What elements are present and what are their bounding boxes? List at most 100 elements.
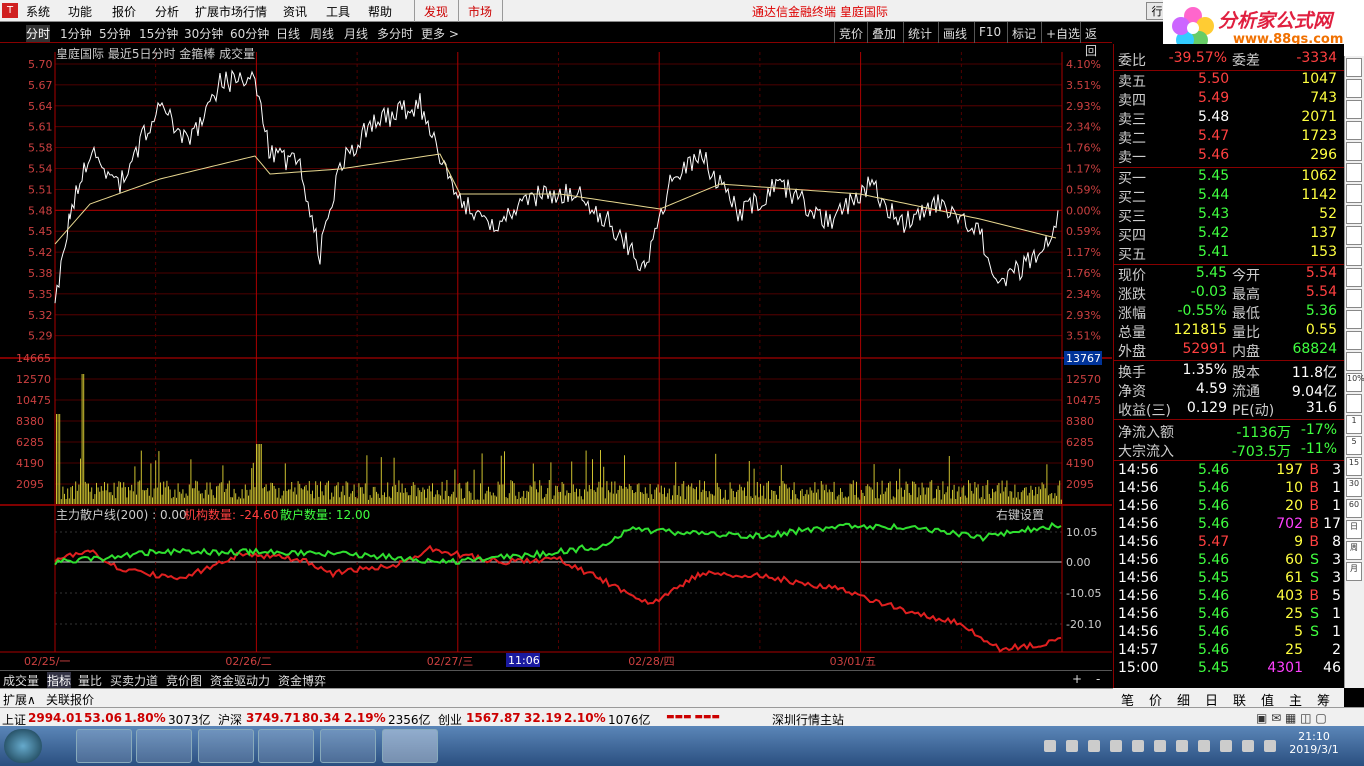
tab-day[interactable]: 日线 [276, 25, 300, 42]
btn-f10[interactable]: F10 [974, 22, 1005, 43]
related-quote-tab[interactable]: 关联报价 [46, 691, 94, 708]
intraday-chart[interactable]: 5.70 4.10% 5.67 3.51% 5.64 2.93% 5.61 2.34% 5.58… [0, 44, 1112, 668]
sidebar-table-icon[interactable] [1346, 184, 1362, 203]
menu-news[interactable]: 资讯 [283, 3, 307, 20]
sidebar-period-20-icon[interactable]: 30 [1346, 478, 1362, 497]
sidebar-ring-icon[interactable] [1346, 289, 1362, 308]
sidebar-period-24-icon[interactable]: 月 [1346, 562, 1362, 581]
zoom-in-button[interactable]: + [1072, 672, 1082, 686]
volume-bar [499, 484, 501, 504]
tab-volume[interactable]: 成交量 [3, 672, 39, 689]
volume-bar [729, 482, 731, 504]
volume-bar [129, 490, 131, 504]
status-tools-icon[interactable]: ▣ ✉ ▦ ◫ ▢ [1256, 711, 1327, 725]
keyboard-icon[interactable] [1044, 740, 1056, 752]
btn-overlay[interactable]: 叠加 [867, 22, 900, 43]
help-icon[interactable] [1066, 740, 1078, 752]
qq-app-icon[interactable] [76, 729, 132, 763]
sidebar-grid-icon[interactable] [1346, 100, 1362, 119]
sidebar-period-21-icon[interactable]: 60 [1346, 499, 1362, 518]
sh-index[interactable]: 2994.01 [28, 711, 83, 725]
tab-multi-fenshi[interactable]: 多分时 [377, 25, 413, 42]
settings-icon[interactable] [1088, 740, 1100, 752]
menu-function[interactable]: 功能 [68, 3, 92, 20]
display-icon[interactable] [1220, 740, 1232, 752]
sidebar-fn-icon[interactable] [1346, 226, 1362, 245]
sidebar-list-icon[interactable] [1346, 79, 1362, 98]
ubuntu-app-icon[interactable] [258, 729, 314, 763]
tab-15min[interactable]: 15分钟 [139, 25, 178, 42]
cy-index[interactable]: 1567.87 [466, 711, 521, 725]
tab-week[interactable]: 周线 [310, 25, 334, 42]
hs-index[interactable]: 3749.71 [246, 711, 301, 725]
sidebar-bars-icon[interactable] [1346, 121, 1362, 140]
btn-mark[interactable]: 标记 [1007, 22, 1040, 43]
volume-bar [523, 490, 525, 504]
menu-discover[interactable]: 发现 [424, 3, 448, 20]
cn-icon[interactable] [1176, 740, 1188, 752]
sidebar-period-19-icon[interactable]: 15 [1346, 457, 1362, 476]
zoom-out-button[interactable]: - [1096, 672, 1100, 686]
sidebar-bar2-icon[interactable] [1346, 352, 1362, 371]
volume-bar [396, 492, 398, 504]
volume-bar [216, 486, 217, 504]
tab-fund-game[interactable]: 资金博弈 [278, 672, 326, 689]
tab-30min[interactable]: 30分钟 [184, 25, 223, 42]
sidebar-multi-icon[interactable] [1346, 331, 1362, 350]
sidebar-period-15-icon[interactable]: 10% [1346, 373, 1364, 392]
btn-draw[interactable]: 画线 [938, 22, 971, 43]
terminal-app-icon[interactable] [198, 729, 254, 763]
sidebar-pen-icon[interactable] [1346, 394, 1362, 413]
shield-icon[interactable] [1154, 740, 1166, 752]
btn-auction[interactable]: 竞价 [834, 22, 867, 43]
indicator-setting[interactable]: 右键设置 [996, 507, 1044, 522]
sidebar-wave-icon[interactable] [1346, 310, 1362, 329]
sidebar-line-icon[interactable] [1346, 142, 1362, 161]
ind-tick: -20.10 [1066, 618, 1101, 631]
menu-help[interactable]: 帮助 [368, 3, 392, 20]
btn-back[interactable]: 返回 [1080, 22, 1112, 58]
sidebar-box-icon[interactable] [1346, 247, 1362, 266]
tdx-app-icon[interactable] [382, 729, 438, 763]
btn-stats[interactable]: 统计 [903, 22, 936, 43]
tab-auction-chart[interactable]: 竞价图 [166, 672, 202, 689]
tab-60min[interactable]: 60分钟 [230, 25, 269, 42]
volume-bar [723, 497, 725, 504]
sidebar-period-17-icon[interactable]: 1 [1346, 415, 1362, 434]
sidebar-fx-icon[interactable] [1346, 205, 1362, 224]
menu-market[interactable]: 市场 [468, 3, 492, 20]
tab-indicator[interactable]: 指标 [47, 672, 72, 689]
system-clock[interactable]: 21:10 2019/3/1 [1286, 730, 1342, 756]
volume-icon[interactable] [1242, 740, 1254, 752]
tab-buysell[interactable]: 买卖力道 [110, 672, 158, 689]
expand-button[interactable]: 扩展∧ [3, 691, 36, 708]
tab-fenshi[interactable]: 分时 [26, 25, 51, 42]
menu-ext-market[interactable]: 扩展市场行情 [195, 3, 267, 20]
sidebar-period-18-icon[interactable]: 5 [1346, 436, 1362, 455]
media-app-icon[interactable] [320, 729, 376, 763]
sidebar-chart-icon[interactable] [1346, 58, 1362, 77]
flag-icon[interactable] [1198, 740, 1210, 752]
bid-label: 买一 [1118, 171, 1146, 187]
menu-tools[interactable]: 工具 [326, 3, 350, 20]
tab-5min[interactable]: 5分钟 [99, 25, 131, 42]
start-button-icon[interactable] [4, 729, 42, 763]
tab-fund-drive[interactable]: 资金驱动力 [210, 672, 270, 689]
volume-bar [600, 450, 601, 504]
sidebar-period-23-icon[interactable]: 周 [1346, 541, 1362, 560]
tab-month[interactable]: 月线 [344, 25, 368, 42]
power-icon[interactable] [1264, 740, 1276, 752]
sidebar-kline-icon[interactable] [1346, 163, 1362, 182]
app-tray-icon[interactable] [1132, 740, 1144, 752]
tab-more[interactable]: 更多 > [421, 25, 459, 42]
btn-add-fav[interactable]: +自选 [1041, 22, 1084, 43]
menu-system[interactable]: 系统 [26, 3, 50, 20]
sidebar-period-22-icon[interactable]: 日 [1346, 520, 1362, 539]
tab-volratio[interactable]: 量比 [78, 672, 102, 689]
chrome-app-icon[interactable] [136, 729, 192, 763]
menu-analysis[interactable]: 分析 [155, 3, 179, 20]
menu-quote[interactable]: 报价 [112, 3, 136, 20]
tab-1min[interactable]: 1分钟 [60, 25, 92, 42]
network-icon[interactable] [1110, 740, 1122, 752]
sidebar-doc-icon[interactable] [1346, 268, 1362, 287]
